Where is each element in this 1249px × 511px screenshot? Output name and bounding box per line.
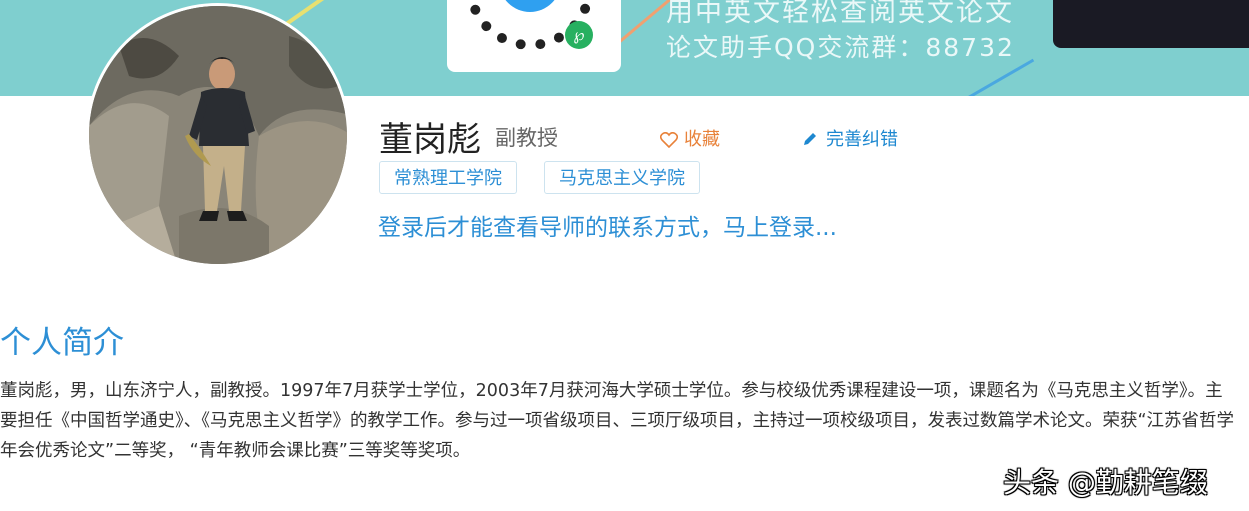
miniprogram-qr-code: ℘ <box>447 0 621 72</box>
overlay-panel <box>1053 0 1249 48</box>
login-link[interactable]: 登录后才能查看导师的联系方式，马上登录... <box>378 208 837 242</box>
heart-outline-icon <box>659 131 679 149</box>
watermark: 头条 @勤耕笔缀 <box>1003 466 1208 499</box>
banner-slogan: 用中英文轻松查阅英文论文 <box>666 0 1014 28</box>
avatar <box>86 3 350 267</box>
tag-school[interactable]: 马克思主义学院 <box>544 161 700 194</box>
pencil-icon <box>804 133 816 145</box>
favorite-label: 收藏 <box>684 129 720 150</box>
tag-university[interactable]: 常熟理工学院 <box>379 161 517 194</box>
wechat-miniprogram-icon: ℘ <box>565 21 593 49</box>
edit-label: 完善纠错 <box>826 129 898 150</box>
banner-qq-group: 论文助手QQ交流群：88732 <box>666 33 1015 62</box>
advisor-name: 董岗彪 <box>379 120 481 160</box>
banner-stripe <box>928 58 1035 96</box>
intro-text: 董岗彪，男，山东济宁人，副教授。1997年7月获学士学位，2003年7月获河海大… <box>0 381 1235 461</box>
advisor-rank: 副教授 <box>495 126 558 150</box>
edit-correction-button[interactable]: 完善纠错 <box>802 125 898 151</box>
avatar-photo <box>89 6 347 264</box>
intro-section-title: 个人简介 <box>0 325 124 361</box>
favorite-button[interactable]: 收藏 <box>659 125 720 151</box>
